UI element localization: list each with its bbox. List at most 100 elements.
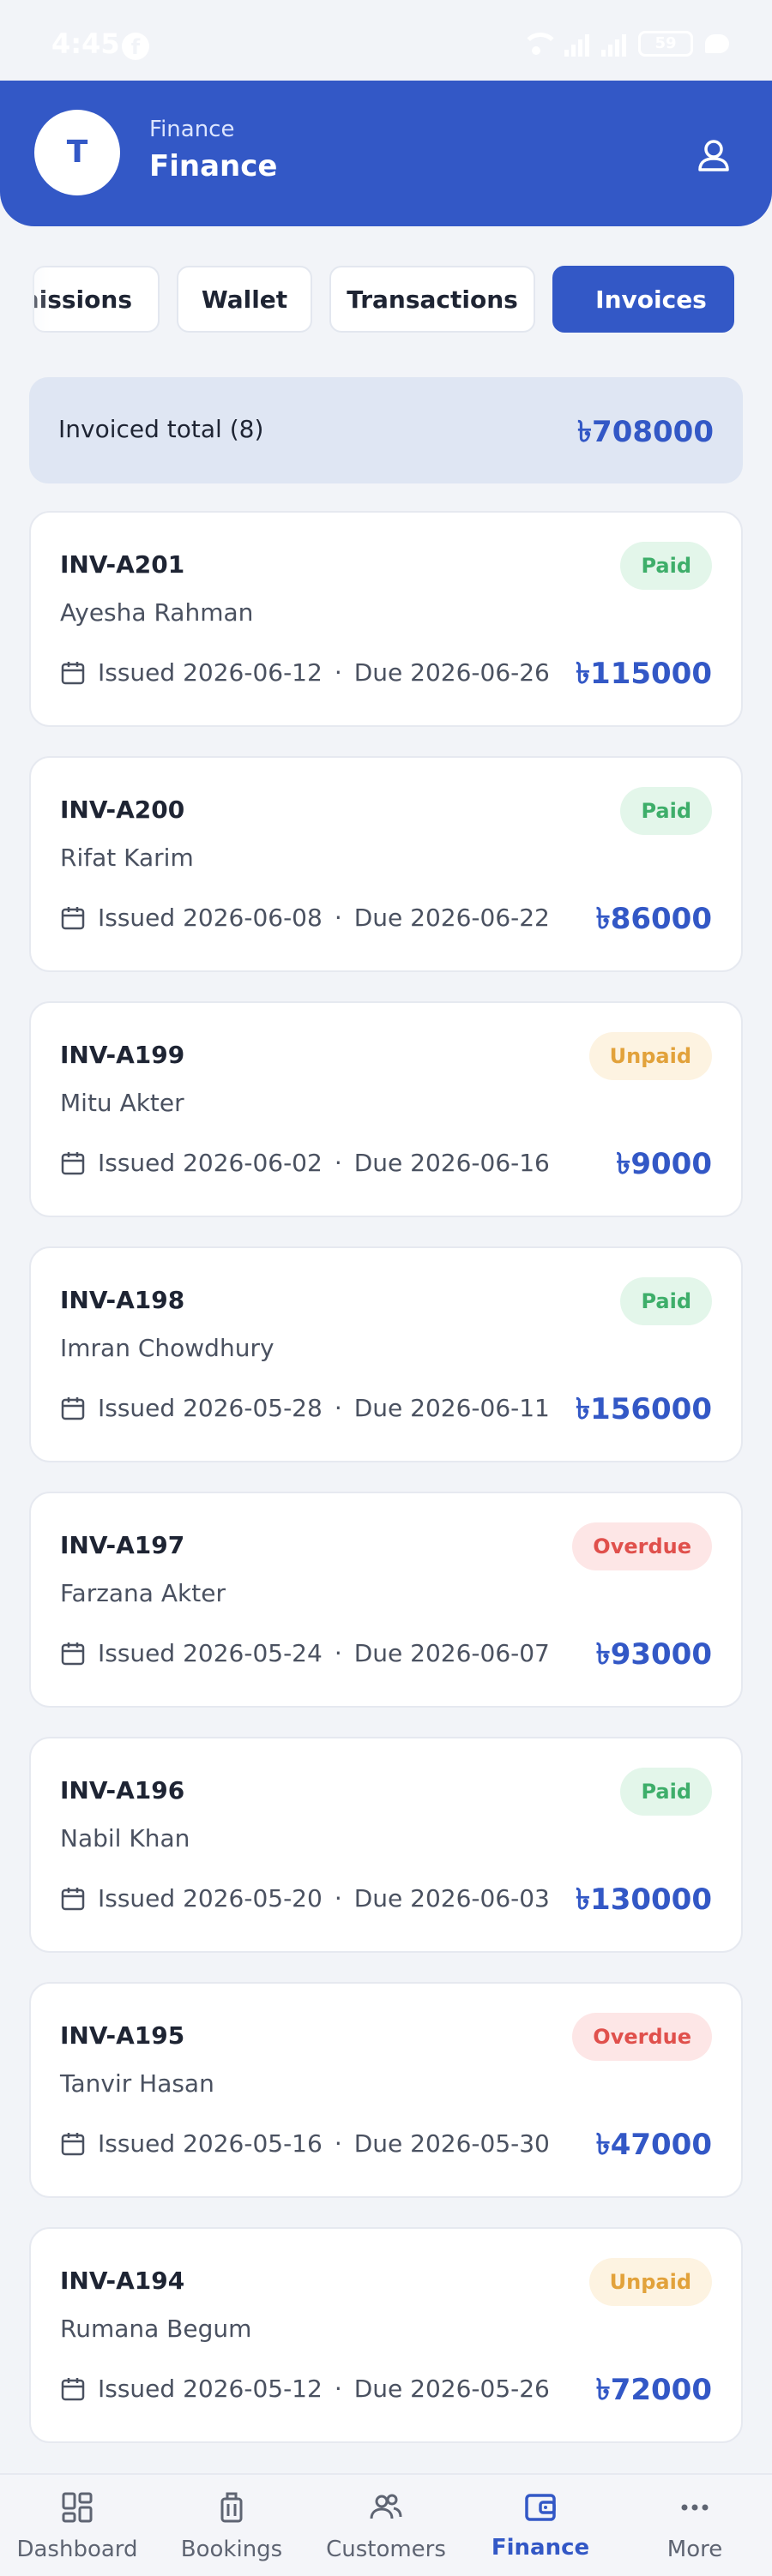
calendar-icon [61, 661, 85, 684]
page-title: Finance [149, 149, 278, 183]
invoice-amount: ৳156000 [576, 1392, 712, 1426]
calendar-icon [61, 1151, 85, 1174]
invoice-id: INV-A194 [60, 2267, 185, 2295]
tab-wallet-label: Wallet [201, 285, 288, 314]
issued-date: Issued 2026-05-16 [98, 2129, 323, 2158]
invoice-card[interactable]: INV-A195 Overdue Tanvir Hasan Issued 202… [29, 1982, 743, 2198]
invoice-card[interactable]: INV-A198 Paid Imran Chowdhury Issued 202… [29, 1246, 743, 1462]
invoice-amount: ৳86000 [595, 902, 712, 936]
wallet-icon [525, 2494, 556, 2521]
status-bar: 4:45 f 59 [0, 0, 772, 81]
facebook-icon: f [122, 33, 149, 60]
calendar-icon [61, 1642, 85, 1665]
calendar-icon [61, 2132, 85, 2155]
invoice-card[interactable]: INV-A199 Unpaid Mitu Akter Issued 2026-0… [29, 1001, 743, 1217]
nav-label: Customers [326, 2537, 446, 2562]
signal-icon [564, 31, 589, 57]
due-date: Due 2026-06-22 [353, 904, 550, 932]
wifi-icon [520, 31, 559, 57]
nav-finance[interactable]: Finance [463, 2475, 618, 2576]
bottom-navigation: Dashboard Bookings Customers Finance Mor… [0, 2473, 772, 2576]
due-date: Due 2026-06-07 [353, 1639, 550, 1667]
customer-name: Ayesha Rahman [60, 598, 254, 627]
date-separator: · [334, 658, 342, 687]
invoice-dates: Issued 2026-05-16 · Due 2026-05-30 [60, 2129, 550, 2158]
status-badge: Paid [620, 787, 712, 835]
invoice-id: INV-A195 [60, 2021, 185, 2050]
nav-customers[interactable]: Customers [309, 2475, 463, 2576]
app-header: T Finance Finance [0, 81, 772, 226]
invoice-amount: ৳9000 [616, 1147, 712, 1181]
calendar-icon [61, 1396, 85, 1420]
luggage-icon [220, 2492, 243, 2523]
date-separator: · [334, 1884, 342, 1912]
issued-date: Issued 2026-05-20 [98, 1884, 323, 1912]
invoice-dates: Issued 2026-05-20 · Due 2026-06-03 [60, 1884, 550, 1912]
customer-name: Mitu Akter [60, 1089, 184, 1117]
date-separator: · [334, 1149, 342, 1177]
invoice-card[interactable]: INV-A197 Overdue Farzana Akter Issued 20… [29, 1492, 743, 1708]
invoiced-total-summary: Invoiced total (8) ৳708000 [29, 377, 743, 483]
status-badge: Overdue [572, 2013, 712, 2061]
invoice-dates: Issued 2026-05-28 · Due 2026-06-11 [60, 1394, 550, 1422]
invoice-card[interactable]: INV-A194 Unpaid Rumana Begum Issued 2026… [29, 2227, 743, 2443]
invoice-id: INV-A197 [60, 1531, 185, 1559]
customer-name: Imran Chowdhury [60, 1334, 274, 1362]
status-badge: Overdue [572, 1522, 712, 1570]
battery-icon: 59 [638, 31, 693, 57]
invoice-card[interactable]: INV-A196 Paid Nabil Khan Issued 2026-05-… [29, 1737, 743, 1953]
invoice-amount: ৳115000 [576, 657, 712, 691]
customer-name: Nabil Khan [60, 1824, 190, 1852]
twitter-icon [705, 34, 729, 53]
tab-wallet[interactable]: Wallet [177, 266, 312, 333]
status-badge: Paid [620, 542, 712, 590]
tab-commissions[interactable]: missions [33, 266, 160, 333]
nav-label: Dashboard [16, 2537, 138, 2562]
invoice-dates: Issued 2026-06-08 · Due 2026-06-22 [60, 904, 550, 932]
calendar-icon [61, 906, 85, 929]
invoice-amount: ৳47000 [595, 2128, 712, 2162]
nav-more[interactable]: More [618, 2475, 772, 2576]
issued-date: Issued 2026-06-02 [98, 1149, 323, 1177]
status-badge: Paid [620, 1768, 712, 1816]
customer-name: Rumana Begum [60, 2315, 252, 2343]
date-separator: · [334, 1394, 342, 1422]
avatar[interactable]: T [34, 110, 120, 195]
issued-date: Issued 2026-06-08 [98, 904, 323, 932]
status-badge: Unpaid [588, 2258, 712, 2306]
tab-invoices-label: Invoices [595, 285, 707, 314]
signal-icon-2 [601, 31, 626, 57]
header-subtitle: Finance [149, 117, 235, 142]
due-date: Due 2026-05-26 [353, 2375, 550, 2403]
nav-dashboard[interactable]: Dashboard [0, 2475, 154, 2576]
invoice-id: INV-A199 [60, 1041, 185, 1069]
customer-name: Farzana Akter [60, 1579, 226, 1607]
issued-date: Issued 2026-06-12 [98, 658, 323, 687]
due-date: Due 2026-06-16 [353, 1149, 550, 1177]
dashboard-icon [62, 2492, 93, 2523]
summary-value: ৳708000 [577, 415, 714, 449]
invoice-dates: Issued 2026-05-24 · Due 2026-06-07 [60, 1639, 550, 1667]
customer-name: Rifat Karim [60, 844, 194, 872]
invoice-id: INV-A196 [60, 1776, 185, 1804]
date-separator: · [334, 904, 342, 932]
nav-label: Finance [491, 2535, 590, 2561]
due-date: Due 2026-06-11 [353, 1394, 550, 1422]
date-separator: · [334, 2129, 342, 2158]
invoice-card[interactable]: INV-A200 Paid Rifat Karim Issued 2026-06… [29, 756, 743, 972]
tab-transactions[interactable]: Transactions [329, 266, 535, 333]
invoice-id: INV-A200 [60, 796, 185, 824]
tab-transactions-label: Transactions [347, 285, 518, 314]
invoice-card[interactable]: INV-A201 Paid Ayesha Rahman Issued 2026-… [29, 511, 743, 727]
calendar-icon [61, 1887, 85, 1910]
nav-bookings[interactable]: Bookings [154, 2475, 309, 2576]
profile-icon[interactable] [690, 132, 738, 180]
more-icon [681, 2504, 709, 2511]
status-badge: Paid [620, 1277, 712, 1325]
date-separator: · [334, 2375, 342, 2403]
tab-invoices[interactable]: Invoices [552, 266, 734, 333]
invoice-id: INV-A201 [60, 550, 185, 579]
issued-date: Issued 2026-05-24 [98, 1639, 323, 1667]
nav-label: Bookings [180, 2537, 283, 2562]
invoice-id: INV-A198 [60, 1286, 185, 1314]
